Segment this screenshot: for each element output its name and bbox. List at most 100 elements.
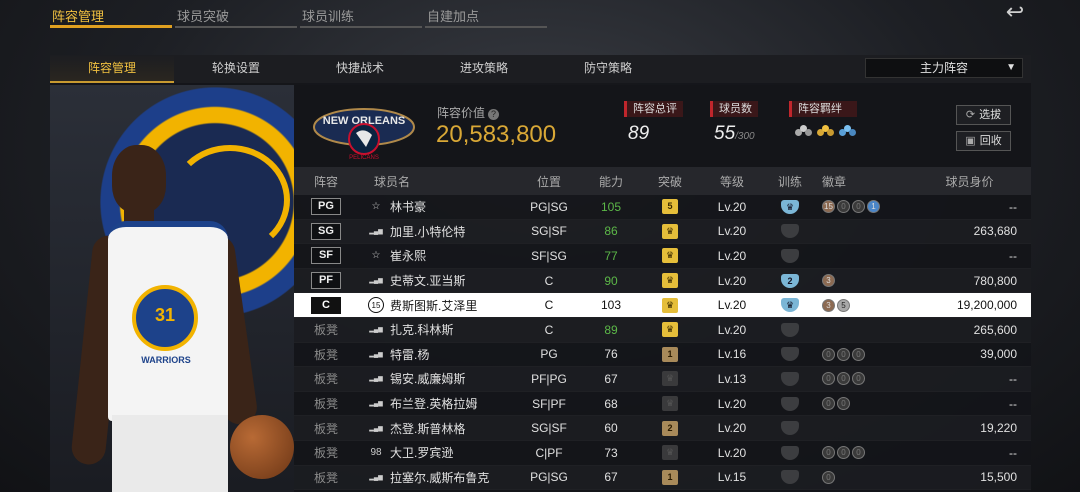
badge-icon: 0 [837, 200, 850, 214]
player-position: SF|PF [532, 396, 566, 411]
player-ability: 103 [600, 298, 622, 313]
breakthrough-badge: 1 [662, 469, 678, 485]
badge-icon: 0 [837, 347, 850, 361]
sub-tab-defense[interactable]: 防守策略 [546, 55, 670, 83]
badge-icon: 0 [822, 470, 835, 484]
pick-button[interactable]: ⟳ 选拔 [956, 105, 1011, 125]
player-level: Lv.20 [717, 199, 747, 214]
top-tab-custom-points[interactable]: 自建加点 [425, 0, 547, 28]
badge-icon: 0 [837, 372, 850, 386]
badges-cell: 000 [816, 347, 908, 361]
bond-gold-icon[interactable] [817, 125, 835, 139]
table-row[interactable]: C 15 费斯图斯.艾泽里 C 103 ♛ Lv.20 ♛ 3 5 19,200,000 [294, 293, 1031, 318]
breakthrough-cell: ♛ [640, 445, 700, 461]
badge-icon: 0 [837, 446, 850, 460]
training-cell: ♛ [764, 298, 816, 313]
training-shield-icon: ♛ [781, 199, 799, 214]
bond-grey-icon[interactable] [795, 125, 813, 139]
player-value: 39,000 [980, 347, 1017, 362]
breakthrough-badge: ♛ [662, 223, 678, 239]
table-row[interactable]: 板凳 ▂▄▆ 锡安.威廉姆斯 PF|PG 67 ♛ Lv.13 • 0 0 0 -- [294, 367, 1031, 392]
player-name-cell: ☆ 崔永熙 [358, 247, 516, 264]
table-row[interactable]: SF ☆ 崔永熙 SF|SG 77 ♛ Lv.20 • -- [294, 244, 1031, 269]
badges-cell: 000 [816, 372, 908, 386]
slot-cell: 板凳 [294, 346, 358, 363]
breakthrough-badge: ♛ [662, 297, 678, 313]
training-cell: • [764, 470, 816, 485]
player-value: 19,200,000 [956, 298, 1017, 313]
slot-badge: SG [311, 222, 341, 240]
badge-icon: 0 [852, 446, 865, 460]
training-shield-icon: 2 [781, 273, 799, 288]
sub-tab-rotation[interactable]: 轮换设置 [174, 55, 298, 83]
training-cell: • [764, 371, 816, 386]
slot-cell: 板凳 [294, 395, 358, 412]
breakthrough-cell: ♛ [640, 322, 700, 338]
player-name: 扎克.科林斯 [390, 323, 454, 338]
breakthrough-cell: ♛ [640, 273, 700, 289]
training-cell: 2 [764, 273, 816, 288]
player-name: 特雷.杨 [390, 347, 430, 362]
table-row[interactable]: SG ▂▄▆ 加里.小特伦特 SG|SF 86 ♛ Lv.20 • 263,680 [294, 220, 1031, 245]
top-tab-lineup[interactable]: 阵容管理 [50, 0, 172, 28]
player-name-cell: 15 费斯图斯.艾泽里 [358, 297, 516, 314]
badge-icon: 0 [822, 347, 835, 361]
star-icon: ☆ [371, 250, 381, 262]
table-row[interactable]: PF ▂▄▆ 史蒂文.亚当斯 C 90 ♛ Lv.20 2 3 780,800 [294, 269, 1031, 294]
top-tab-breakthrough[interactable]: 球员突破 [175, 0, 297, 28]
sub-tab-quick-tactics[interactable]: 快捷战术 [298, 55, 422, 83]
training-cell: • [764, 248, 816, 263]
lineup-value-label: 阵容价值? [437, 104, 500, 121]
player-portrait: 31 WARRIORS [50, 85, 294, 492]
col-level: 等级 [719, 174, 744, 189]
badges-cell: 35 [816, 298, 908, 312]
back-arrow-icon[interactable]: ↩ [996, 1, 1034, 24]
player-level: Lv.20 [717, 322, 747, 337]
table-row[interactable]: 板凳 ▂▄▆ 布兰登.英格拉姆 SF|PF 68 ♛ Lv.20 • 0 0 -- [294, 392, 1031, 417]
training-cell: • [764, 445, 816, 460]
player-level: Lv.13 [717, 371, 747, 386]
player-ability: 60 [604, 421, 618, 436]
table-row[interactable]: 板凳 ▂▄▆ 拉塞尔.威斯布鲁克 PG|SG 67 1 Lv.15 • 0 15,500 [294, 466, 1031, 491]
training-cell: • [764, 347, 816, 362]
sub-tab-lineup[interactable]: 阵容管理 [50, 55, 174, 83]
lineup-dropdown[interactable]: 主力阵容 ▼ [865, 58, 1023, 78]
help-icon[interactable]: ? [488, 109, 500, 120]
player-name-cell: ▂▄▆ 扎克.科林斯 [358, 321, 516, 338]
breakthrough-cell: ♛ [640, 297, 700, 313]
top-tab-training[interactable]: 球员训练 [300, 0, 422, 28]
bond-icons[interactable] [795, 125, 857, 139]
col-value: 球员身价 [945, 174, 994, 189]
player-level: Lv.15 [717, 470, 747, 485]
table-row[interactable]: 板凳 ▂▄▆ 扎克.科林斯 C 89 ♛ Lv.20 • 265,600 [294, 318, 1031, 343]
slot-cell: 板凳 [294, 444, 358, 461]
breakthrough-badge: ♛ [662, 273, 678, 289]
slot-cell: SF [294, 247, 358, 265]
sub-tab-offense[interactable]: 进攻策略 [422, 55, 546, 83]
player-count-label: 球员数 [710, 101, 758, 117]
table-row[interactable]: 板凳 98 大卫.罗宾逊 C|PF 73 ♛ Lv.20 • 0 0 0 -- [294, 441, 1031, 466]
slot-badge: SF [311, 247, 341, 265]
player-level: Lv.20 [717, 445, 747, 460]
recycle-button[interactable]: ▣ 回收 [956, 131, 1011, 151]
team-header: NEW ORLEANS PELICANS 阵容价值? 20,583,800 阵容… [294, 85, 1031, 167]
table-row[interactable]: 板凳 ▂▄▆ 杰登.斯普林格 SG|SF 60 2 Lv.20 • 19,220 [294, 416, 1031, 441]
player-name-cell: ☆ 林书豪 [358, 198, 516, 215]
player-name-cell: 98 大卫.罗宾逊 [358, 444, 516, 461]
player-level: Lv.20 [717, 298, 747, 313]
recycle-icon: ▣ [965, 135, 976, 147]
table-row[interactable]: PG ☆ 林书豪 PG|SG 105 5 Lv.20 ♛ 15 0 0 1 -- [294, 195, 1031, 220]
bench-label: 板凳 [313, 347, 338, 362]
player-name: 崔永熙 [390, 249, 427, 264]
col-ability: 能力 [598, 174, 623, 189]
col-position: 位置 [536, 174, 561, 189]
training-shield-icon: • [781, 470, 799, 485]
lineup-dropdown-value: 主力阵容 [919, 61, 968, 75]
bond-blue-icon[interactable] [839, 125, 857, 139]
player-level: Lv.20 [717, 248, 747, 263]
breakthrough-cell: 1 [640, 346, 700, 362]
table-row[interactable]: 板凳 ▂▄▆ 特雷.杨 PG 76 1 Lv.16 • 0 0 0 39,000 [294, 343, 1031, 368]
star-icon: ☆ [371, 201, 381, 213]
signal-bars-icon: ▂▄▆ [369, 327, 383, 334]
player-name: 大卫.罗宾逊 [390, 446, 454, 461]
